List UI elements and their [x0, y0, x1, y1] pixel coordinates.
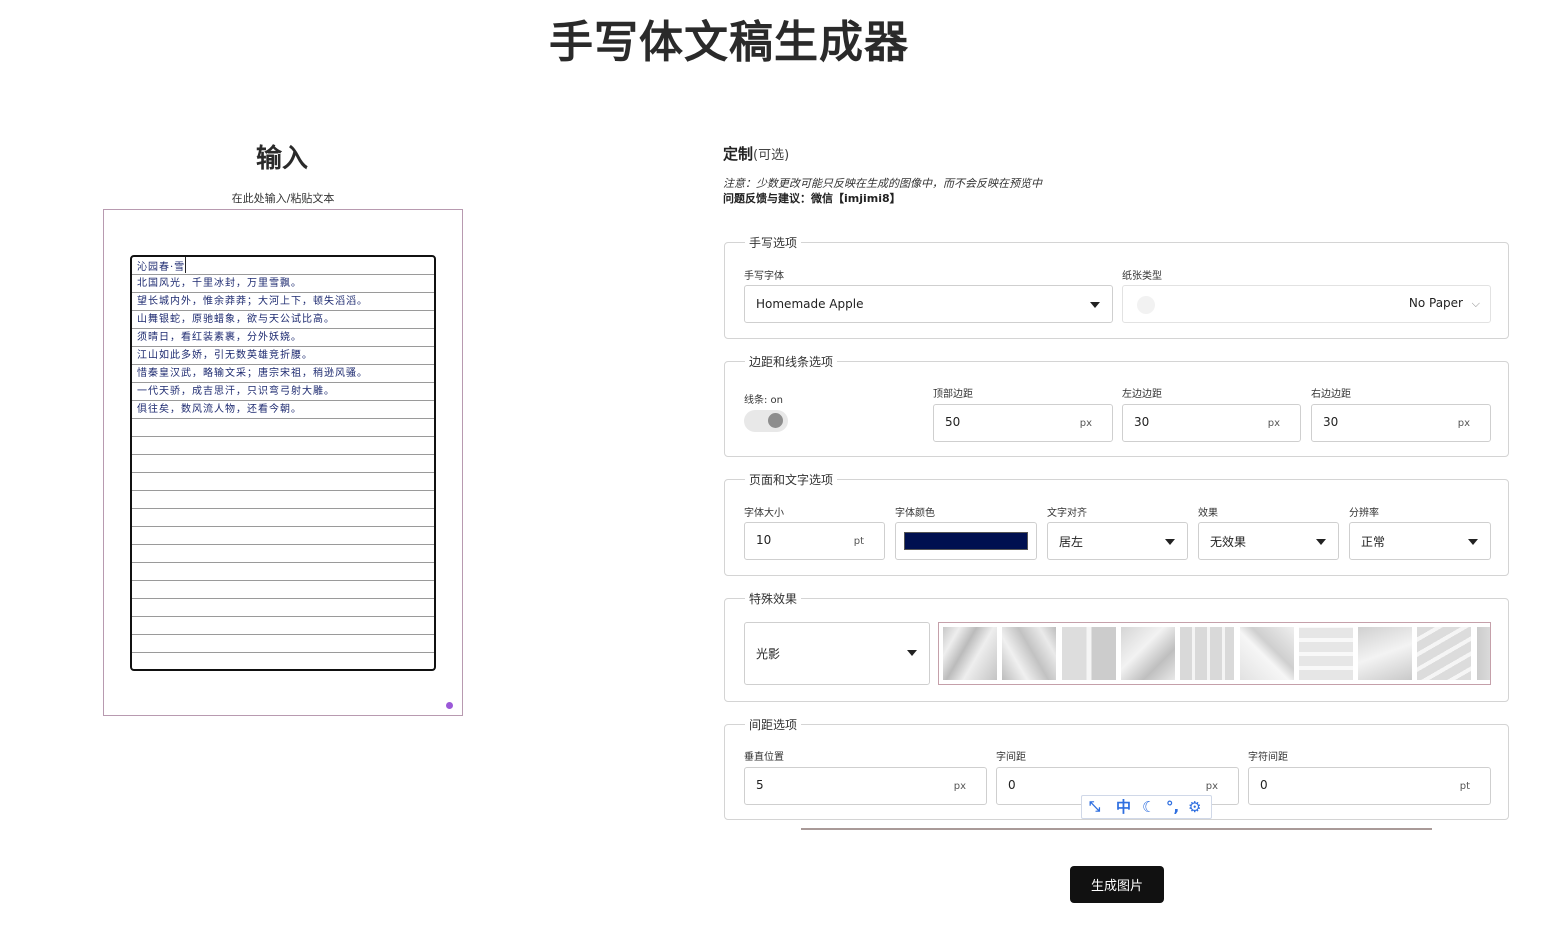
input-hint: 在此处输入/粘贴文本 [231, 192, 335, 205]
effect-thumbnail[interactable] [1476, 627, 1490, 680]
chevron-down-icon [907, 650, 917, 656]
page-title: 手写体文稿生成器 [549, 17, 909, 68]
paper-select[interactable]: No Paper ⌵ [1122, 285, 1491, 323]
chevron-down-icon [1165, 539, 1175, 545]
color-swatch [904, 532, 1028, 550]
chevron-down-icon: ⌵ [1471, 297, 1480, 310]
text-input-paper[interactable]: 沁园春·雪 北国风光，千里冰封，万里雪飘。 望长城内外，惟余莽莽；大河上下，顿失… [130, 255, 436, 671]
resolution-label: 分辨率 [1349, 508, 1379, 519]
effect-thumbnail[interactable] [943, 627, 997, 680]
right-margin-label: 右边边距 [1311, 389, 1351, 400]
effect-label: 效果 [1198, 508, 1218, 519]
effect-thumbnail[interactable] [1120, 627, 1175, 680]
top-margin-label: 顶部边距 [933, 389, 973, 400]
special-effect-select[interactable]: 光影 [744, 622, 930, 685]
text-align-label: 文字对齐 [1047, 508, 1087, 519]
chevron-down-icon [1468, 539, 1478, 545]
char-spacing-label: 字符间距 [1248, 752, 1288, 763]
paper-line: 惜秦皇汉武，略输文采；唐宗宋祖，稍逊风骚。 [137, 368, 368, 379]
chevron-down-icon [1316, 539, 1326, 545]
font-color-picker[interactable] [895, 522, 1037, 560]
paper-line: 江山如此多娇，引无数英雄竞折腰。 [137, 350, 313, 361]
paper-line: 山舞银蛇，原驰蜡象，欲与天公试比高。 [137, 314, 335, 325]
paper-line: 一代天骄，成吉思汗，只识弯弓射大雕。 [137, 386, 335, 397]
resolution-select[interactable]: 正常 [1349, 522, 1491, 560]
group-legend: 页面和文字选项 [745, 471, 838, 488]
char-spacing-input[interactable]: 0 pt [1248, 767, 1491, 805]
text-caret [185, 257, 187, 273]
chevron-down-icon [1090, 302, 1100, 308]
group-legend: 间距选项 [745, 716, 802, 733]
word-spacing-label: 字间距 [996, 752, 1026, 763]
effect-thumbnail[interactable] [1002, 627, 1057, 680]
generate-image-button[interactable]: 生成图片 [1070, 866, 1164, 903]
left-margin-label: 左边边距 [1122, 389, 1162, 400]
font-size-input[interactable]: 10 pt [744, 522, 885, 560]
group-legend: 边距和线条选项 [745, 353, 838, 370]
effect-thumbnail[interactable] [1417, 627, 1472, 680]
input-card: 沁园春·雪 北国风光，千里冰封，万里雪飘。 望长城内外，惟余莽莽；大河上下，顿失… [103, 209, 463, 716]
effect-thumbnail[interactable] [1180, 627, 1235, 680]
effect-select[interactable]: 无效果 [1198, 522, 1339, 560]
divider [801, 828, 1432, 830]
lines-toggle[interactable] [744, 410, 788, 432]
text-align-select[interactable]: 居左 [1047, 522, 1188, 560]
lines-label: 线条: on [744, 395, 784, 406]
toggle-knob [768, 413, 783, 428]
language-zh-button[interactable]: 中 [1116, 798, 1131, 816]
font-color-label: 字体颜色 [895, 508, 935, 519]
paper-line: 须晴日，看红装素裹，分外妖娆。 [137, 332, 302, 343]
preview-note: 注意：少数更改可能只反映在生成的图像中，而不会反映在预览中 [723, 177, 1042, 190]
paper-label: 纸张类型 [1122, 271, 1162, 282]
page-text-options-group: 页面和文字选项 字体大小 10 pt 字体颜色 文字对齐 居左 效果 无效果 分辨… [724, 471, 1509, 576]
effect-thumbnail[interactable] [1358, 627, 1413, 680]
group-legend: 手写选项 [745, 234, 802, 251]
vertical-position-input[interactable]: 5 px [744, 767, 987, 805]
input-heading: 输入 [255, 144, 308, 174]
paper-line: 俱往矣，数风流人物，还看今朝。 [137, 404, 302, 415]
moon-icon[interactable]: ☾ [1142, 798, 1155, 816]
feedback-note: 问题反馈与建议：微信【imjimi8】 [723, 192, 901, 205]
margin-options-group: 边距和线条选项 线条: on 顶部边距 50 px 左边边距 30 px 右边边距 … [724, 353, 1509, 457]
paper-preview-icon [1137, 296, 1155, 314]
font-size-label: 字体大小 [744, 508, 784, 519]
punctuation-icon[interactable]: °, [1166, 798, 1179, 816]
right-margin-input[interactable]: 30 px [1311, 404, 1491, 442]
left-margin-input[interactable]: 30 px [1122, 404, 1301, 442]
effect-thumbnail-strip[interactable] [938, 622, 1491, 685]
special-effects-group: 特殊效果 光影 [724, 590, 1509, 702]
paper-line: 沁园春·雪 [132, 257, 434, 275]
group-legend: 特殊效果 [745, 590, 802, 607]
effect-thumbnail[interactable] [1239, 627, 1294, 680]
ime-toolbar: ⤡ 中 ☾ °, ⚙ [1081, 795, 1212, 819]
handwriting-options-group: 手写选项 手写字体 Homemade Apple 纸张类型 No Paper ⌵ [724, 234, 1509, 339]
custom-heading: 定制(可选) [723, 145, 790, 163]
top-margin-input[interactable]: 50 px [933, 404, 1113, 442]
font-select[interactable]: Homemade Apple [744, 285, 1113, 323]
effect-thumbnail[interactable] [1298, 627, 1353, 680]
resize-handle[interactable] [446, 702, 453, 709]
paper-line: 望长城内外，惟余莽莽；大河上下，顿失滔滔。 [137, 296, 368, 307]
effect-thumbnail[interactable] [1061, 627, 1116, 680]
vertical-position-label: 垂直位置 [744, 752, 784, 763]
expand-icon[interactable]: ⤡ [1089, 798, 1100, 816]
gear-icon[interactable]: ⚙ [1188, 798, 1201, 816]
font-label: 手写字体 [744, 271, 784, 282]
paper-line: 北国风光，千里冰封，万里雪飘。 [137, 278, 302, 289]
